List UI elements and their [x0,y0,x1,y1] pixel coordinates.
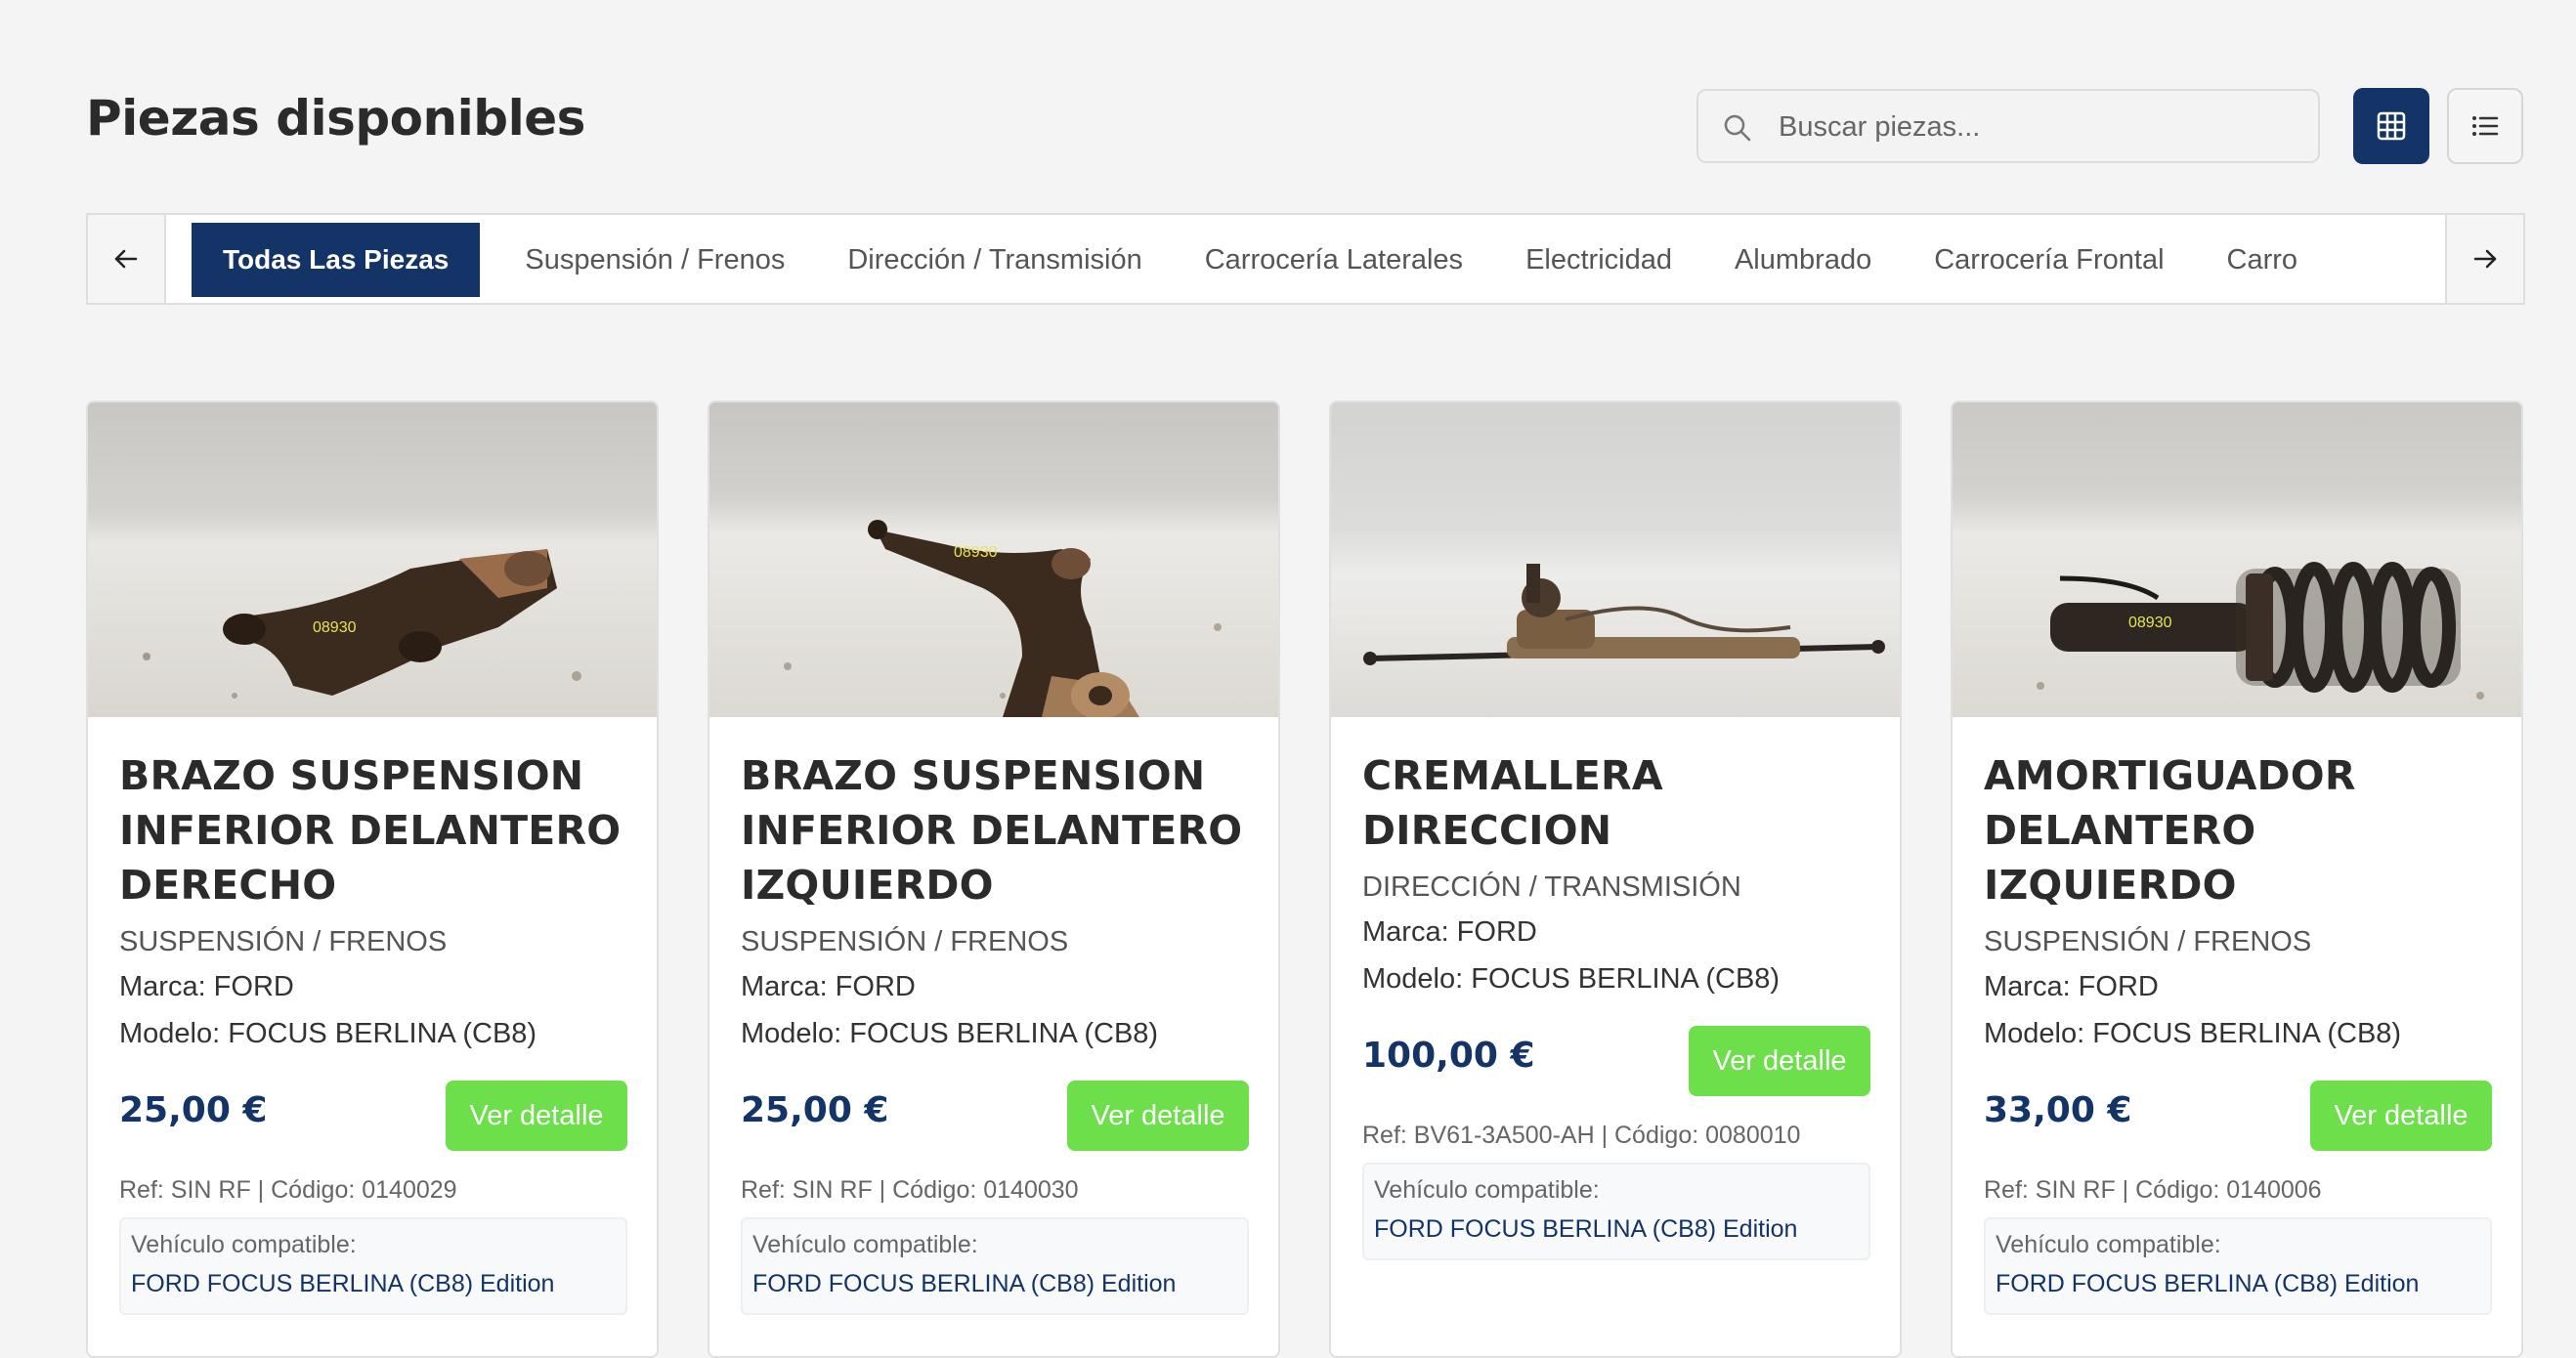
product-ref: Ref: SIN RF | Código: 0140029 [119,1176,457,1204]
product-model: Modelo: FOCUS BERLINA (CB8) [1362,963,1781,995]
tab-carroceria-frontal[interactable]: Carrocería Frontal [1903,223,2195,297]
product-image[interactable]: 08930 [88,403,657,717]
product-model: Modelo: FOCUS BERLINA (CB8) [1984,1018,2402,1049]
compatible-vehicle-box: Vehículo compatible: FORD FOCUS BERLINA … [1362,1163,1870,1260]
product-card[interactable]: 08930 AMORTIGUADOR DELANTERO IZQUIERDO S… [1951,401,2523,1358]
category-tabs: Todas Las Piezas Suspensión / Frenos Dir… [86,213,2525,305]
compatible-vehicle-label: Vehículo compatible: [131,1231,357,1258]
view-detail-button[interactable]: Ver detalle [2310,1081,2492,1151]
compatible-vehicle-box: Vehículo compatible: FORD FOCUS BERLINA … [1984,1217,2492,1315]
product-price: 25,00 € [119,1090,268,1130]
search-box[interactable] [1696,89,2320,163]
compatible-vehicle-label: Vehículo compatible: [1996,1231,2221,1258]
product-category: SUSPENSIÓN / FRENOS [119,926,448,957]
arrow-right-icon [2473,249,2497,269]
product-title[interactable]: AMORTIGUADOR DELANTERO IZQUIERDO [1984,748,2492,912]
product-image[interactable] [1331,403,1900,717]
product-category: DIRECCIÓN / TRANSMISIÓN [1362,871,1741,903]
tabs-scroll-left-button[interactable] [88,215,166,303]
grid-view-icon [2377,111,2406,141]
product-title[interactable]: CREMALLERA DIRECCION [1362,748,1870,858]
tab-suspension-frenos[interactable]: Suspensión / Frenos [494,223,816,297]
card-body: BRAZO SUSPENSION INFERIOR DELANTERO IZQU… [741,748,1249,1315]
tab-carroceria-partial[interactable]: Carro [2196,223,2330,297]
view-detail-button[interactable]: Ver detalle [1689,1026,1870,1096]
product-image[interactable]: 08930 [1953,403,2521,717]
product-card[interactable]: 08930 BRAZO SUSPENSION INFERIOR DELANTER… [86,401,659,1358]
price-row: 33,00 € Ver detalle [1984,1081,2492,1151]
product-card[interactable]: 08930 BRAZO SUSPENSION INFERIOR DELANTER… [708,401,1280,1358]
product-model: Modelo: FOCUS BERLINA (CB8) [741,1018,1159,1049]
search-icon [1724,114,1751,142]
compatible-vehicle: FORD FOCUS BERLINA (CB8) Edition [1996,1270,2420,1297]
page-title: Piezas disponibles [86,90,585,147]
product-category: SUSPENSIÓN / FRENOS [741,926,1069,957]
product-ref: Ref: SIN RF | Código: 0140030 [741,1176,1079,1204]
tab-todas-las-piezas[interactable]: Todas Las Piezas [192,223,481,297]
arrow-left-icon [114,249,138,269]
product-title[interactable]: BRAZO SUSPENSION INFERIOR DELANTERO DERE… [119,748,627,912]
product-brand: Marca: FORD [741,971,916,1002]
price-row: 25,00 € Ver detalle [119,1081,627,1151]
search-input[interactable] [1777,101,2298,153]
compatible-vehicle: FORD FOCUS BERLINA (CB8) Edition [1374,1215,1798,1243]
tabs-scroll-right-button[interactable] [2445,215,2523,303]
product-price: 25,00 € [741,1090,889,1130]
product-image[interactable]: 08930 [709,403,1278,717]
compatible-vehicle-label: Vehículo compatible: [1374,1176,1600,1204]
card-body: BRAZO SUSPENSION INFERIOR DELANTERO DERE… [119,748,627,1315]
view-detail-button[interactable]: Ver detalle [446,1081,627,1151]
compatible-vehicle: FORD FOCUS BERLINA (CB8) Edition [131,1270,555,1297]
list-view-button[interactable] [2447,88,2523,164]
grid-view-button[interactable] [2353,88,2429,164]
product-brand: Marca: FORD [1362,916,1537,948]
compatible-vehicle: FORD FOCUS BERLINA (CB8) Edition [752,1270,1177,1297]
tab-electricidad[interactable]: Electricidad [1494,223,1703,297]
tab-alumbrado[interactable]: Alumbrado [1703,223,1903,297]
compatible-vehicle-label: Vehículo compatible: [752,1231,978,1258]
list-view-icon [2472,116,2499,136]
product-ref: Ref: BV61-3A500-AH | Código: 0080010 [1362,1122,1801,1149]
svg-text:08930: 08930 [954,544,998,561]
compatible-vehicle-box: Vehículo compatible: FORD FOCUS BERLINA … [119,1217,627,1315]
price-row: 25,00 € Ver detalle [741,1081,1249,1151]
product-card[interactable]: CREMALLERA DIRECCION DIRECCIÓN / TRANSMI… [1329,401,1902,1358]
product-price: 100,00 € [1362,1036,1535,1076]
product-brand: Marca: FORD [119,971,294,1002]
product-title[interactable]: BRAZO SUSPENSION INFERIOR DELANTERO IZQU… [741,748,1249,912]
product-ref: Ref: SIN RF | Código: 0140006 [1984,1176,2322,1204]
price-row: 100,00 € Ver detalle [1362,1026,1870,1096]
product-model: Modelo: FOCUS BERLINA (CB8) [119,1018,537,1049]
compatible-vehicle-box: Vehículo compatible: FORD FOCUS BERLINA … [741,1217,1249,1315]
product-brand: Marca: FORD [1984,971,2159,1002]
product-price: 33,00 € [1984,1090,2132,1130]
card-body: CREMALLERA DIRECCION DIRECCIÓN / TRANSMI… [1362,748,1870,1260]
view-detail-button[interactable]: Ver detalle [1067,1081,1249,1151]
tab-carroceria-laterales[interactable]: Carrocería Laterales [1174,223,1494,297]
svg-text:08930: 08930 [313,619,357,636]
tab-direccion-transmision[interactable]: Dirección / Transmisión [816,223,1173,297]
svg-text:08930: 08930 [2128,615,2172,631]
tab-list: Todas Las Piezas Suspensión / Frenos Dir… [192,223,2447,297]
card-body: AMORTIGUADOR DELANTERO IZQUIERDO SUSPENS… [1984,748,2492,1315]
product-category: SUSPENSIÓN / FRENOS [1984,926,2312,957]
